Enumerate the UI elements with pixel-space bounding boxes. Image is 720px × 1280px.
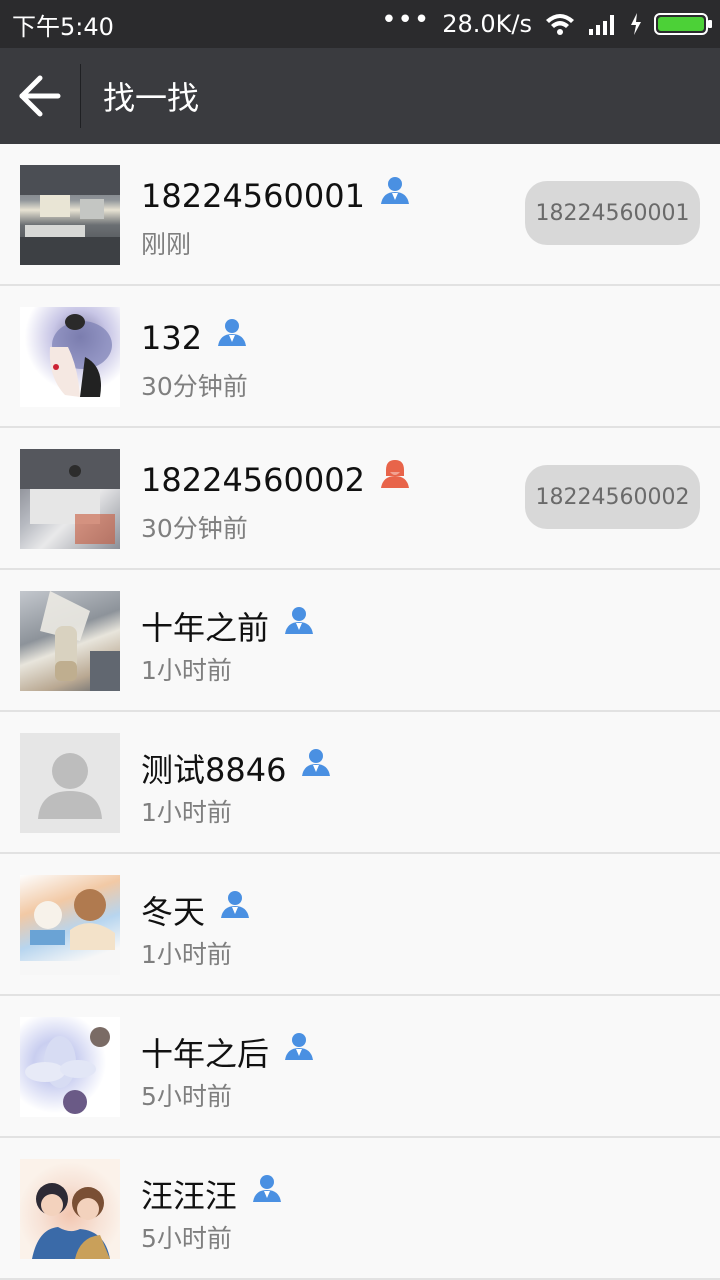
- male-user-icon: [380, 177, 409, 204]
- list-item[interactable]: 132 30分钟前: [0, 286, 720, 428]
- contact-name: 冬天: [141, 893, 206, 931]
- male-user-icon: [218, 319, 247, 346]
- phone-button[interactable]: 18224560001: [525, 181, 700, 245]
- phone-button[interactable]: 18224560002: [525, 465, 700, 529]
- list-item[interactable]: 十年之前 1小时前: [0, 570, 720, 712]
- male-user-icon: [285, 607, 314, 634]
- back-button[interactable]: [0, 48, 80, 144]
- contact-name: 18224560002: [141, 461, 365, 499]
- male-user-icon: [302, 749, 331, 776]
- avatar: [20, 1159, 120, 1259]
- list-item[interactable]: 十年之后 5小时前: [0, 996, 720, 1138]
- contact-time: 30分钟前: [141, 514, 248, 543]
- toolbar: 找一找: [0, 48, 720, 144]
- list-item[interactable]: 汪汪汪 5小时前: [0, 1138, 720, 1280]
- contact-name: 测试8846: [141, 751, 287, 789]
- contact-time: 刚刚: [141, 230, 192, 259]
- contact-info: 汪汪汪 5小时前: [141, 1159, 720, 1259]
- status-icons: ••• 28.0K/s: [381, 5, 712, 38]
- female-user-icon: [380, 460, 409, 488]
- status-time: 下午5:40: [12, 12, 114, 41]
- avatar: [20, 1017, 120, 1117]
- network-speed: 28.0K/s: [442, 10, 532, 38]
- list-item[interactable]: 冬天 1小时前: [0, 854, 720, 996]
- charging-icon: [631, 13, 641, 35]
- contact-name: 十年之前: [141, 609, 270, 647]
- signal-icon: [589, 15, 614, 35]
- list-item[interactable]: 18224560002 30分钟前 18224560002: [0, 428, 720, 570]
- list-item[interactable]: 18224560001 刚刚 18224560001: [0, 144, 720, 286]
- contact-list: 18224560001 刚刚 18224560001 132 30分钟前 182…: [0, 144, 720, 1280]
- contact-info: 冬天 1小时前: [141, 875, 720, 975]
- contact-name: 十年之后: [141, 1035, 270, 1073]
- contact-name: 18224560001: [141, 177, 365, 215]
- battery-icon: [654, 13, 712, 35]
- avatar: [20, 165, 120, 265]
- avatar: [20, 449, 120, 549]
- male-user-icon: [285, 1033, 314, 1060]
- page-title: 找一找: [103, 79, 200, 117]
- more-dots-icon: •••: [381, 5, 431, 35]
- status-bar: 下午5:40 ••• 28.0K/s: [0, 0, 720, 48]
- contact-info: 十年之前 1小时前: [141, 591, 720, 691]
- male-user-icon: [221, 891, 250, 918]
- male-user-icon: [253, 1175, 282, 1202]
- contact-time: 5小时前: [141, 1224, 232, 1253]
- contact-time: 30分钟前: [141, 372, 248, 401]
- avatar: [20, 307, 120, 407]
- contact-name: 132: [141, 319, 203, 357]
- avatar: [20, 875, 120, 975]
- avatar: [20, 591, 120, 691]
- avatar-placeholder-icon: [20, 733, 120, 833]
- wifi-icon: [546, 14, 574, 35]
- toolbar-divider: [80, 64, 81, 128]
- contact-info: 测试8846 1小时前: [141, 733, 720, 833]
- contact-time: 5小时前: [141, 1082, 232, 1111]
- contact-name: 汪汪汪: [141, 1177, 238, 1215]
- contact-info: 132 30分钟前: [141, 307, 720, 407]
- back-arrow-icon: [19, 75, 61, 117]
- contact-time: 1小时前: [141, 798, 232, 827]
- contact-info: 十年之后 5小时前: [141, 1017, 720, 1117]
- list-item[interactable]: 测试8846 1小时前: [0, 712, 720, 854]
- contact-time: 1小时前: [141, 940, 232, 969]
- contact-time: 1小时前: [141, 656, 232, 685]
